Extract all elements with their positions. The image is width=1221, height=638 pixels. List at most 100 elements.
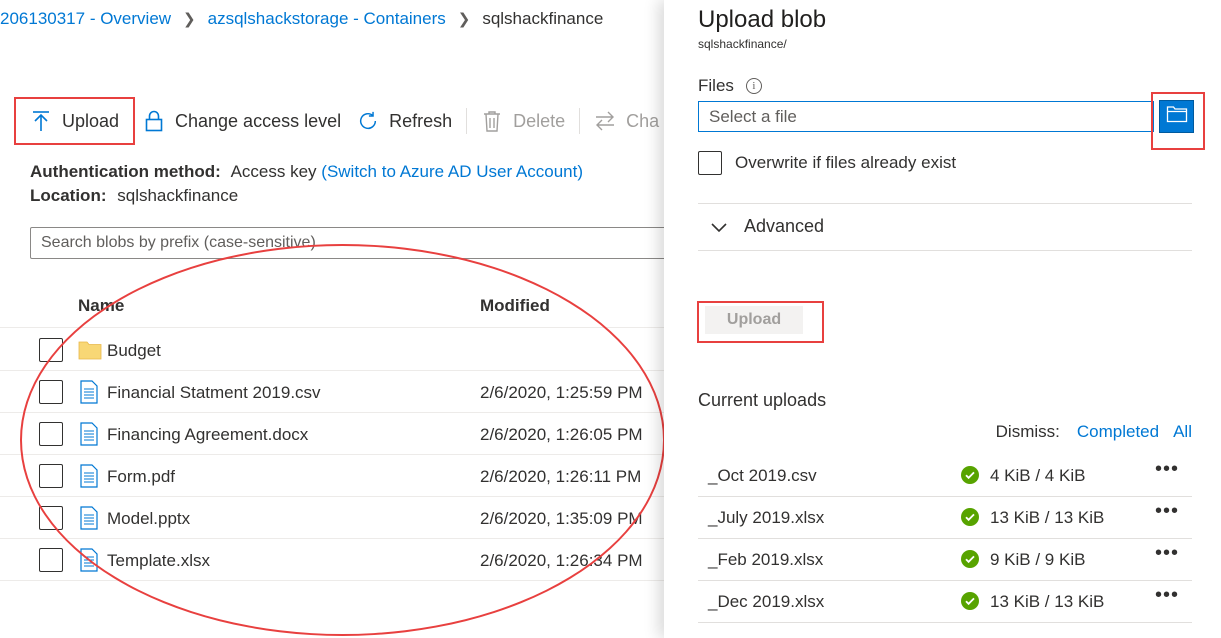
upload-item-name: _July 2019.xlsx: [708, 508, 825, 527]
upload-item-size: 13 KiB / 13 KiB: [990, 508, 1105, 527]
upload-item-size: 4 KiB / 4 KiB: [990, 466, 1086, 485]
breadcrumb: 206130317 - Overview ❯ azsqlshackstorage…: [0, 8, 603, 30]
blob-name[interactable]: Financing Agreement.docx: [107, 425, 308, 445]
advanced-toggle[interactable]: Advanced: [710, 216, 824, 237]
change-tier-label: Cha: [626, 110, 660, 131]
upload-item: _Oct 2019.csv 4 KiB / 4 KiB •••: [698, 455, 1192, 497]
blob-row[interactable]: Model.pptx 2/6/2020, 1:35:09 PM: [0, 497, 664, 539]
upload-icon: [30, 109, 52, 133]
more-options-button[interactable]: •••: [1155, 500, 1179, 523]
blob-modified: 2/6/2020, 1:35:09 PM: [480, 509, 643, 528]
upload-item: _Feb 2019.xlsx 9 KiB / 9 KiB •••: [698, 539, 1192, 581]
blob-name[interactable]: Template.xlsx: [107, 551, 210, 571]
row-checkbox[interactable]: [39, 422, 63, 446]
overwrite-label: Overwrite if files already exist: [735, 153, 957, 172]
blob-name[interactable]: Model.pptx: [107, 509, 190, 529]
column-header-modified[interactable]: Modified: [480, 296, 550, 316]
document-icon: [78, 422, 100, 446]
change-tier-button[interactable]: Cha: [586, 97, 664, 145]
auth-method-label: Authentication method:: [30, 162, 221, 181]
upload-item-size: 13 KiB / 13 KiB: [990, 592, 1105, 611]
delete-button[interactable]: Delete: [473, 97, 573, 145]
blob-modified: 2/6/2020, 1:25:59 PM: [480, 383, 643, 402]
auth-method-row: Authentication method: Access key (Switc…: [30, 162, 583, 182]
refresh-label: Refresh: [389, 110, 453, 131]
search-blobs-input[interactable]: [30, 227, 664, 259]
annotation-highlight-browse: [1151, 92, 1205, 150]
dismiss-completed-link[interactable]: Completed: [1077, 422, 1159, 442]
blob-grid-header: Name Modified: [0, 286, 664, 328]
dismiss-all-link[interactable]: All: [1173, 422, 1192, 442]
dismiss-bar: Dismiss: Completed All: [996, 422, 1192, 442]
upload-item-size: 9 KiB / 9 KiB: [990, 550, 1086, 569]
upload-blob-panel: Upload blob sqlshackfinance/ Files i Ove…: [664, 0, 1221, 638]
row-checkbox[interactable]: [39, 338, 63, 362]
success-check-icon: [961, 508, 979, 526]
location-value: sqlshackfinance: [117, 186, 239, 205]
refresh-icon: [357, 109, 379, 133]
chevron-down-icon: [710, 218, 728, 236]
success-check-icon: [961, 550, 979, 568]
blob-row-folder[interactable]: Budget: [0, 329, 664, 371]
auth-method-value: Access key: [230, 162, 317, 181]
column-header-name[interactable]: Name: [78, 296, 124, 316]
divider: [698, 250, 1192, 251]
blob-row[interactable]: Financing Agreement.docx 2/6/2020, 1:26:…: [0, 413, 664, 455]
advanced-label: Advanced: [744, 216, 825, 236]
blob-modified: 2/6/2020, 1:26:34 PM: [480, 551, 643, 570]
upload-button[interactable]: Upload: [14, 97, 135, 145]
current-uploads-heading: Current uploads: [698, 390, 827, 410]
breadcrumb-current: sqlshackfinance: [482, 9, 604, 28]
switch-to-azure-ad-link[interactable]: (Switch to Azure AD User Account): [321, 162, 583, 181]
swap-arrows-icon: [594, 109, 616, 133]
container-blade: 206130317 - Overview ❯ azsqlshackstorage…: [0, 0, 664, 638]
overwrite-option[interactable]: Overwrite if files already exist: [698, 151, 956, 175]
more-options-button[interactable]: •••: [1155, 584, 1179, 607]
breadcrumb-containers-link[interactable]: azsqlshackstorage - Containers: [208, 9, 446, 29]
files-label: Files i: [698, 76, 762, 96]
blob-row[interactable]: Financial Statment 2019.csv 2/6/2020, 1:…: [0, 371, 664, 413]
overwrite-checkbox[interactable]: [698, 151, 722, 175]
document-icon: [78, 380, 100, 404]
lock-icon: [143, 109, 165, 133]
panel-title: Upload blob: [698, 6, 827, 33]
change-access-level-label: Change access level: [175, 110, 342, 131]
blob-name[interactable]: Budget: [107, 341, 161, 361]
row-checkbox[interactable]: [39, 506, 63, 530]
row-checkbox[interactable]: [39, 464, 63, 488]
blob-name[interactable]: Financial Statment 2019.csv: [107, 383, 321, 403]
annotation-highlight-upload: [697, 301, 824, 343]
breadcrumb-overview-link[interactable]: 206130317 - Overview: [0, 9, 171, 29]
blob-row[interactable]: Form.pdf 2/6/2020, 1:26:11 PM: [0, 455, 664, 497]
success-check-icon: [961, 466, 979, 484]
upload-label: Upload: [62, 110, 120, 131]
upload-item-name: _Dec 2019.xlsx: [708, 592, 825, 611]
upload-item-name: _Oct 2019.csv: [708, 466, 817, 485]
select-file-input[interactable]: [698, 101, 1154, 132]
command-bar: Upload Change access level Refresh Delet…: [14, 97, 664, 145]
toolbar-divider: [579, 108, 581, 134]
info-icon[interactable]: i: [745, 78, 762, 94]
panel-subtitle: sqlshackfinance/: [698, 37, 787, 51]
blob-modified: 2/6/2020, 1:26:11 PM: [480, 467, 642, 486]
more-options-button[interactable]: •••: [1155, 542, 1179, 565]
delete-label: Delete: [513, 110, 566, 131]
divider: [698, 203, 1192, 204]
folder-icon: [78, 338, 102, 362]
refresh-button[interactable]: Refresh: [349, 97, 460, 145]
blob-row[interactable]: Template.xlsx 2/6/2020, 1:26:34 PM: [0, 539, 664, 581]
chevron-right-icon: ❯: [457, 11, 471, 28]
chevron-right-icon: ❯: [183, 11, 196, 28]
location-label: Location:: [30, 186, 107, 205]
change-access-level-button[interactable]: Change access level: [135, 97, 349, 145]
blob-modified: 2/6/2020, 1:26:05 PM: [480, 425, 643, 444]
document-icon: [78, 548, 100, 572]
row-checkbox[interactable]: [39, 548, 63, 572]
upload-item-name: _Feb 2019.xlsx: [708, 550, 824, 569]
more-options-button[interactable]: •••: [1155, 458, 1179, 481]
dismiss-label: Dismiss:: [995, 422, 1060, 441]
toolbar-divider: [466, 108, 468, 134]
document-icon: [78, 464, 100, 488]
row-checkbox[interactable]: [39, 380, 63, 404]
blob-name[interactable]: Form.pdf: [107, 467, 175, 487]
